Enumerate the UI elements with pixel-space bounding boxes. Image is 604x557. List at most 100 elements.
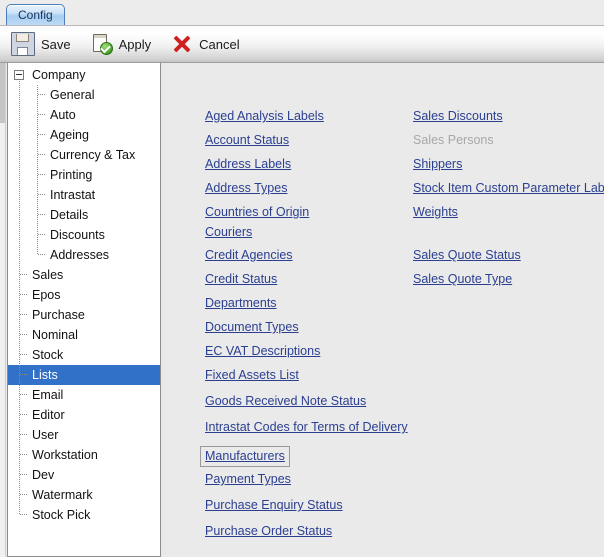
tree-guide-stub [19,445,20,465]
list-link-manufacturers[interactable]: Manufacturers [200,446,290,467]
list-link-label: Sales Quote Status [413,248,521,262]
list-link-label: Payment Types [205,472,291,486]
tab-config[interactable]: Config [6,4,65,25]
config-window: Config Save Apply Cancel Company General Aut… [0,0,604,557]
tree-item-label: Purchase [32,308,85,322]
tree-item-watermark[interactable]: Watermark [8,485,160,505]
tree-item-purchase[interactable]: Purchase [8,305,160,325]
tree-item-company[interactable]: Company [8,65,160,85]
list-link-label: Address Types [205,181,288,195]
tree-guide-tick [20,394,27,395]
apply-button[interactable]: Apply [84,28,161,60]
tree-item-label: Lists [32,368,58,382]
tree-guide-stub [19,425,20,445]
list-link-label: Couriers [205,225,253,239]
tree-guide-tick [20,334,27,335]
tree-item-dev[interactable]: Dev [8,465,160,485]
tree-item-printing[interactable]: Printing [8,165,160,185]
vertical-scrollbar[interactable] [0,63,6,557]
tree-guide-tick [38,234,45,235]
tree-guide-tick [20,354,27,355]
tree-item-label: Epos [32,288,61,302]
list-link-label: Countries of Origin [205,205,310,219]
tree-item-general[interactable]: General [8,85,160,105]
tree-item-currency-tax[interactable]: Currency & Tax [8,145,160,165]
tree-guide-tick [38,174,45,175]
tree-item-label: Stock [32,348,64,362]
list-link-address-labels[interactable]: Address Labels [205,156,291,172]
tree-item-workstation[interactable]: Workstation [8,445,160,465]
list-link-aged-analysis-labels[interactable]: Aged Analysis Labels [205,108,324,124]
tree-item-label: Ageing [50,128,89,142]
tree-guide-tick [20,414,27,415]
content-area: Company General Auto Ageing Currency & Tax Pr… [0,63,604,557]
settings-tree-panel[interactable]: Company General Auto Ageing Currency & Tax Pr… [7,63,161,557]
tree-item-auto[interactable]: Auto [8,105,160,125]
tree-item-lists[interactable]: Lists [8,365,160,385]
cancel-button-label: Cancel [199,36,240,52]
tree-collapse-icon[interactable] [14,70,24,80]
list-link-intrastat-codes-for-terms-of-delivery[interactable]: Intrastat Codes for Terms of Delivery [205,419,408,435]
list-link-payment-types[interactable]: Payment Types [205,471,291,487]
tree-guide-tick [38,134,45,135]
tree-item-user[interactable]: User [8,425,160,445]
list-link-sales-discounts[interactable]: Sales Discounts [413,108,503,124]
list-link-label: Document Types [205,320,299,334]
toolbar: Save Apply Cancel [0,25,604,63]
list-link-shippers[interactable]: Shippers [413,156,462,172]
tree-item-stock-pick[interactable]: Stock Pick [8,505,160,525]
tree-item-ageing[interactable]: Ageing [8,125,160,145]
tree-item-nominal[interactable]: Nominal [8,325,160,345]
tree-item-label: Dev [32,468,55,482]
tree-item-email[interactable]: Email [8,385,160,405]
list-link-sales-quote-status[interactable]: Sales Quote Status [413,247,521,263]
tree-guide-stub [37,145,38,165]
tree-guide-stub [37,85,38,105]
list-link-label: EC VAT Descriptions [205,344,321,358]
list-link-stock-item-custom-parameter-labels[interactable]: Stock Item Custom Parameter Labels [413,180,604,196]
cancel-button[interactable]: Cancel [164,28,248,60]
list-link-fixed-assets-list[interactable]: Fixed Assets List [205,367,299,383]
list-link-departments[interactable]: Departments [205,295,277,311]
list-link-label: Sales Quote Type [413,272,513,286]
tree-item-editor[interactable]: Editor [8,405,160,425]
tree-guide-stub [19,365,20,385]
list-link-couriers[interactable]: Couriers [205,224,252,240]
list-link-purchase-order-status[interactable]: Purchase Order Status [205,523,332,539]
list-link-purchase-enquiry-status[interactable]: Purchase Enquiry Status [205,497,343,513]
list-link-label: Purchase Enquiry Status [205,498,343,512]
tree-item-stock[interactable]: Stock [8,345,160,365]
list-link-address-types[interactable]: Address Types [205,180,287,196]
tree-item-epos[interactable]: Epos [8,285,160,305]
list-link-countries-of-origin[interactable]: Countries of Origin [205,204,309,220]
tree-guide-stub [19,465,20,485]
scrollbar-thumb[interactable] [0,63,5,123]
tree-guide-tick [38,94,45,95]
tree-item-addresses[interactable]: Addresses [8,245,160,265]
tree-item-label: Watermark [32,488,93,502]
tree-item-details[interactable]: Details [8,205,160,225]
list-link-sales-quote-type[interactable]: Sales Quote Type [413,271,512,287]
list-link-credit-agencies[interactable]: Credit Agencies [205,247,293,263]
tree-item-label: Stock Pick [32,508,91,522]
list-link-label: Aged Analysis Labels [205,109,324,123]
list-link-goods-received-note-status[interactable]: Goods Received Note Status [205,393,366,409]
tree-item-label: Auto [50,108,76,122]
tree-item-discounts[interactable]: Discounts [8,225,160,245]
tree-guide-stub [19,485,20,505]
list-link-account-status[interactable]: Account Status [205,132,289,148]
list-link-weights[interactable]: Weights [413,204,458,220]
list-link-ec-vat-descriptions[interactable]: EC VAT Descriptions [205,343,320,359]
tree-guide-tick [20,514,27,515]
tree-item-sales[interactable]: Sales [8,265,160,285]
tree-guide-tick [38,114,45,115]
tree-guide-tick [20,494,27,495]
tree-item-intrastat[interactable]: Intrastat [8,185,160,205]
floppy-disk-icon [11,32,35,56]
tree-item-label: Intrastat [50,188,96,202]
tree-guide-tick [38,254,45,255]
list-link-document-types[interactable]: Document Types [205,319,299,335]
save-button[interactable]: Save [4,28,80,60]
list-link-credit-status[interactable]: Credit Status [205,271,277,287]
tree-guide-tick [20,454,27,455]
